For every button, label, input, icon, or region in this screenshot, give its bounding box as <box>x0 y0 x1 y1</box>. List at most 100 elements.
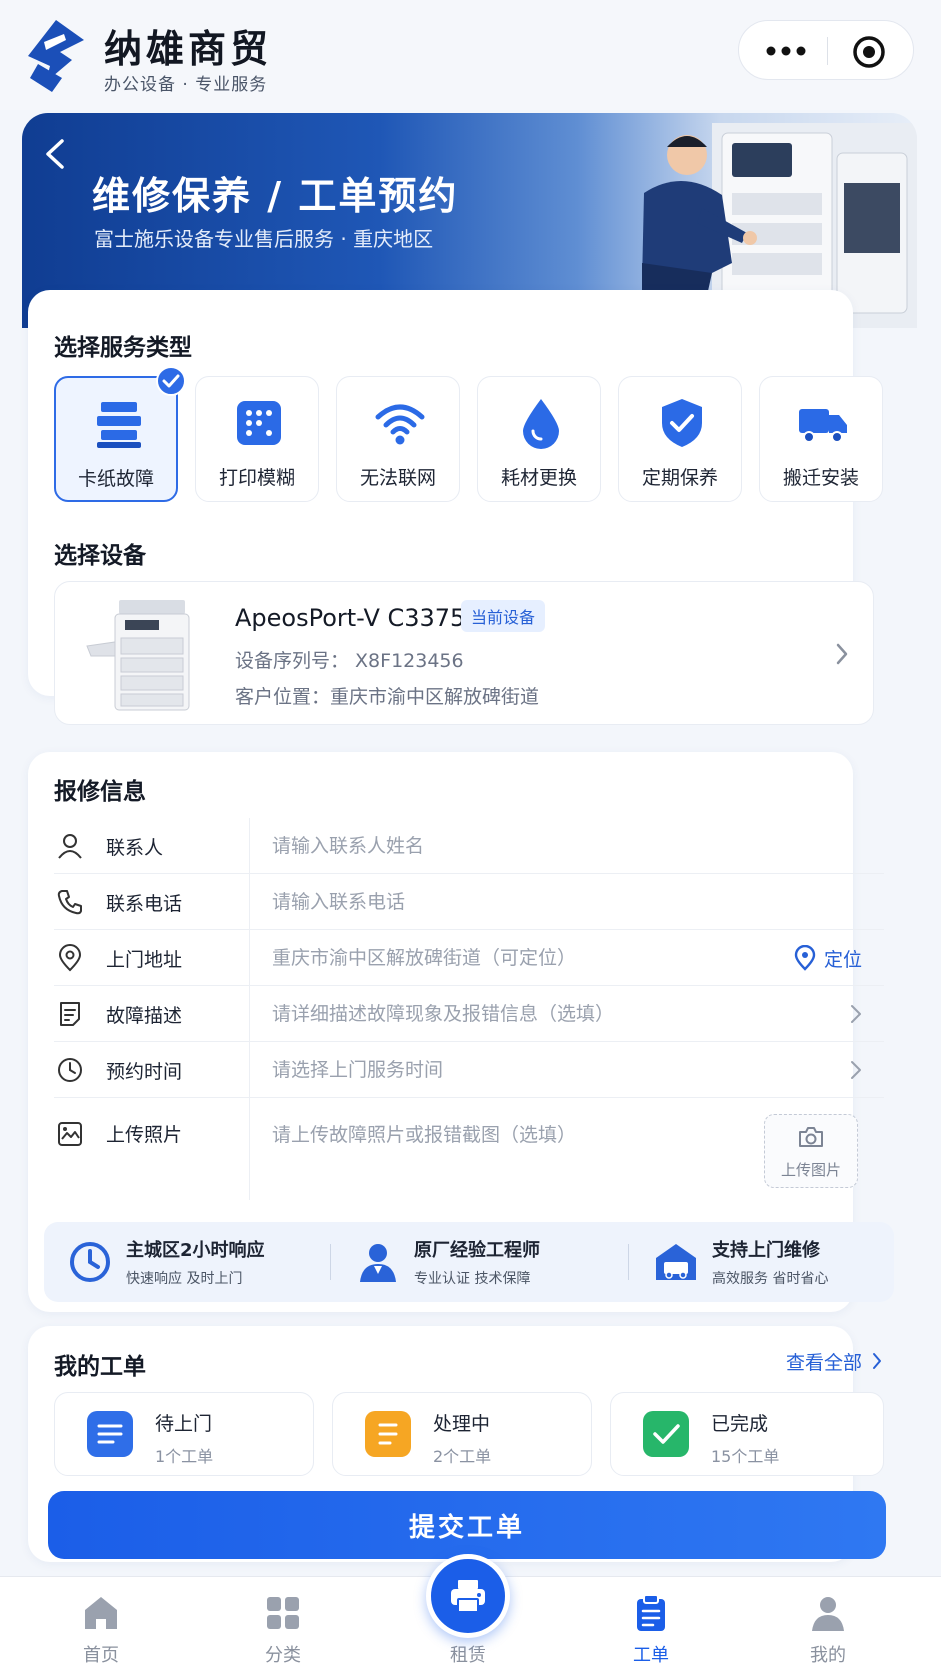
service-type-title: 选择服务类型 <box>54 335 192 361</box>
doc-lines-icon <box>365 1411 411 1457</box>
form-row-photo: 上传照片 请上传故障照片或报错截图（选填） 上传图片 <box>54 1098 884 1200</box>
order-status-count: 2个工单 <box>433 1447 492 1466</box>
feature-divider <box>330 1244 331 1280</box>
upload-photo-button[interactable]: 上传图片 <box>764 1114 858 1188</box>
upload-label: 上传图片 <box>780 1161 841 1179</box>
ink-drop-icon <box>523 399 559 449</box>
feature-subtitle: 专业认证 技术保障 <box>414 1271 531 1287</box>
order-status-pending[interactable]: 待上门 1个工单 <box>54 1392 314 1476</box>
phone-input[interactable] <box>272 882 792 922</box>
form-row-appointment[interactable]: 预约时间 <box>54 1042 884 1098</box>
feature-subtitle: 高效服务 省时省心 <box>712 1271 829 1287</box>
fault-desc-input[interactable] <box>272 994 792 1034</box>
rental-fab-button[interactable] <box>426 1554 510 1638</box>
tab-label: 工单 <box>633 1645 669 1666</box>
locate-label: 定位 <box>824 949 863 971</box>
address-input[interactable] <box>272 938 772 978</box>
order-status-processing[interactable]: 处理中 2个工单 <box>332 1392 592 1476</box>
feature-engineer: 原厂经验工程师 专业认证 技术保障 <box>356 1222 596 1302</box>
service-tile-label: 耗材更换 <box>500 467 577 489</box>
feature-subtitle: 快速响应 及时上门 <box>126 1271 243 1287</box>
form-row-address: 上门地址 定位 <box>54 930 884 986</box>
truck-icon <box>799 409 847 443</box>
service-tile-label: 搬迁安装 <box>782 467 859 489</box>
service-tile-blurry-print[interactable]: 打印模糊 <box>195 376 319 502</box>
service-tile-label: 无法联网 <box>359 467 436 489</box>
locate-pin-icon <box>794 945 816 971</box>
service-tile-consumables[interactable]: 耗材更换 <box>477 376 601 502</box>
mini-program-capsule <box>738 20 914 80</box>
feature-title: 主城区2小时响应 <box>126 1240 265 1261</box>
service-tile-label: 卡纸故障 <box>77 468 154 490</box>
service-tile-no-network[interactable]: 无法联网 <box>336 376 460 502</box>
tab-profile[interactable]: 我的 <box>773 1577 883 1672</box>
dots-grid-icon <box>237 401 281 445</box>
close-target-icon[interactable] <box>852 35 886 69</box>
fault-desc-label: 故障描述 <box>106 1005 183 1027</box>
appointment-time-input[interactable] <box>272 1050 792 1090</box>
photo-label: 上传照片 <box>106 1124 183 1146</box>
service-features-bar: 主城区2小时响应 快速响应 及时上门 原厂经验工程师 专业认证 技术保障 支持上… <box>44 1222 894 1302</box>
page-subtitle: 富士施乐设备专业售后服务 · 重庆地区 <box>94 227 434 251</box>
feature-title: 支持上门维修 <box>712 1240 820 1261</box>
home-van-icon <box>656 1244 696 1280</box>
service-tile-label: 定期保养 <box>641 467 718 489</box>
page-title: 维修保养 / 工单预约 <box>92 174 459 218</box>
photo-hint: 请上传故障照片或报错截图（选填） <box>272 1124 577 1146</box>
check-icon <box>643 1411 689 1457</box>
my-orders-title: 我的工单 <box>54 1354 146 1380</box>
user-icon <box>812 1597 844 1631</box>
phone-label: 联系电话 <box>106 893 183 915</box>
order-status-done[interactable]: 已完成 15个工单 <box>610 1392 884 1476</box>
home-icon <box>85 1597 117 1629</box>
camera-icon <box>799 1127 823 1147</box>
tab-work-order[interactable]: 工单 <box>596 1577 706 1672</box>
device-location: 客户位置：重庆市渝中区解放碑街道 <box>235 686 540 708</box>
service-tile-maintenance[interactable]: 定期保养 <box>618 376 742 502</box>
contact-label: 联系人 <box>106 837 164 859</box>
printer-device-image <box>86 600 190 711</box>
chevron-right-icon <box>851 1005 861 1023</box>
tab-label: 首页 <box>83 1645 119 1666</box>
feature-title: 原厂经验工程师 <box>414 1240 540 1261</box>
view-all-link[interactable]: 查看全部 <box>786 1348 862 1375</box>
more-icon[interactable] <box>761 39 811 63</box>
shield-check-icon <box>662 399 702 447</box>
tab-label: 分类 <box>265 1645 301 1666</box>
tab-home[interactable]: 首页 <box>46 1577 156 1672</box>
form-row-phone: 联系电话 <box>54 874 884 930</box>
order-status-label: 待上门 <box>155 1413 213 1435</box>
clock-icon <box>70 1242 110 1282</box>
engineer-icon <box>360 1244 396 1282</box>
form-row-contact: 联系人 <box>54 818 884 874</box>
address-label: 上门地址 <box>106 949 183 971</box>
tab-category[interactable]: 分类 <box>228 1577 338 1672</box>
device-selector[interactable]: ApeosPort-V C3375 当前设备 设备序列号： X8F123456 … <box>54 581 874 725</box>
order-status-label: 处理中 <box>433 1413 491 1435</box>
selected-check-icon <box>156 366 186 396</box>
submit-order-button[interactable]: 提交工单 <box>48 1491 886 1559</box>
order-status-label: 已完成 <box>711 1413 769 1435</box>
app-header: 纳雄商贸 办公设备 · 专业服务 <box>0 0 941 110</box>
printer-icon <box>451 1580 485 1613</box>
clipboard-icon <box>637 1594 665 1631</box>
back-icon[interactable] <box>42 137 68 171</box>
wifi-icon <box>375 404 425 445</box>
image-icon <box>58 1122 82 1146</box>
paper-stack-icon <box>97 402 141 448</box>
repair-info-title: 报修信息 <box>54 779 146 805</box>
service-tile-label: 打印模糊 <box>218 467 295 489</box>
tab-label: 租赁 <box>450 1645 486 1666</box>
service-tile-relocation[interactable]: 搬迁安装 <box>759 376 883 502</box>
form-row-fault-desc[interactable]: 故障描述 <box>54 986 884 1042</box>
brand-name: 纳雄商贸 <box>104 27 273 71</box>
chevron-right-icon <box>836 643 848 665</box>
locate-button[interactable]: 定位 <box>794 943 884 973</box>
brand-tagline: 办公设备 · 专业服务 <box>104 75 268 95</box>
person-icon <box>58 834 82 859</box>
contact-name-input[interactable] <box>272 826 792 866</box>
chevron-right-icon <box>851 1061 861 1079</box>
document-icon <box>60 1002 80 1026</box>
order-status-count: 15个工单 <box>711 1447 780 1466</box>
location-pin-icon <box>58 944 82 972</box>
